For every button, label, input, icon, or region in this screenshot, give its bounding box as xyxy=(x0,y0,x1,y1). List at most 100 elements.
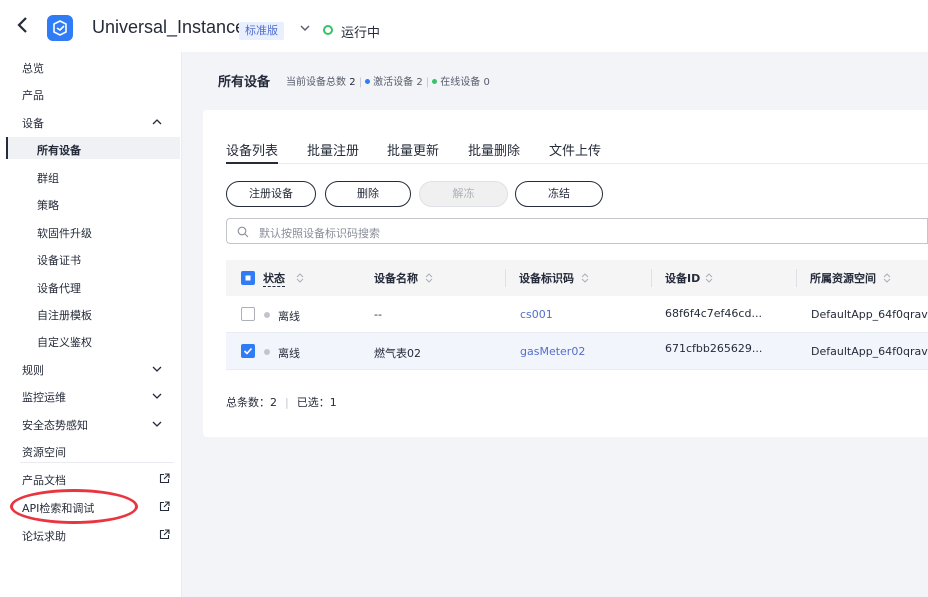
chevron-up-icon[interactable] xyxy=(152,117,162,127)
instance-switch-chevron-down-icon[interactable] xyxy=(298,20,312,34)
sidebar-item-custom-auth[interactable]: 自定义鉴权 xyxy=(37,334,92,350)
column-resource-space-label: 所属资源空间 xyxy=(810,272,876,285)
tab-batch-register[interactable]: 批量注册 xyxy=(307,140,359,159)
row-resource-space: DefaultApp_64f0qrav xyxy=(811,308,928,321)
sort-icon[interactable] xyxy=(425,272,433,284)
sidebar-item-firmware-upgrade[interactable]: 软固件升级 xyxy=(37,225,92,241)
active-devices-value: 2 xyxy=(416,77,423,88)
sidebar-item-monitoring[interactable]: 监控运维 xyxy=(22,389,66,405)
table-row[interactable]: 离线 燃气表02 gasMeter02 671cfbb265629... Def… xyxy=(226,333,928,370)
register-device-button[interactable]: 注册设备 xyxy=(226,181,316,207)
sidebar: 总览 产品 设备 所有设备 群组 策略 软固件升级 设备证书 设备代理 自注册模… xyxy=(0,52,182,597)
selected-count-label: 已选： xyxy=(296,396,330,409)
sidebar-item-groups[interactable]: 群组 xyxy=(37,170,59,186)
column-identifier-label: 设备标识码 xyxy=(519,272,574,285)
row-device-name: 燃气表02 xyxy=(374,347,421,360)
external-link-icon[interactable] xyxy=(159,501,170,512)
search-icon xyxy=(237,226,249,238)
tab-batch-delete[interactable]: 批量删除 xyxy=(468,140,520,159)
back-arrow-icon[interactable] xyxy=(16,16,34,36)
sort-icon[interactable] xyxy=(883,272,891,284)
sidebar-divider xyxy=(20,462,174,463)
sidebar-item-overview[interactable]: 总览 xyxy=(22,60,44,76)
table-header: 状态 设备名称 设备标识码 设备ID 所属资源空间 xyxy=(226,260,928,296)
sidebar-item-policies[interactable]: 策略 xyxy=(37,197,59,213)
tab-bar: 设备列表 批量注册 批量更新 批量删除 文件上传 xyxy=(226,140,928,164)
instance-name: Universal_Instance xyxy=(92,17,246,37)
search-placeholder: 默认按照设备标识码搜索 xyxy=(259,227,380,240)
tab-batch-update[interactable]: 批量更新 xyxy=(387,140,439,159)
sort-icon[interactable] xyxy=(581,272,589,284)
offline-status-dot-icon xyxy=(264,349,270,355)
row-status: 离线 xyxy=(278,310,300,323)
selected-count-value: 1 xyxy=(329,396,337,409)
sort-icon[interactable] xyxy=(296,272,304,284)
chevron-down-icon[interactable] xyxy=(152,391,162,401)
column-device-id[interactable]: 设备ID xyxy=(665,270,700,286)
sidebar-item-device-certificates[interactable]: 设备证书 xyxy=(37,252,81,268)
column-device-name-label: 设备名称 xyxy=(374,272,418,285)
device-stats: 当前设备总数 2 | 激活设备 2 | 在线设备 0 xyxy=(286,77,490,88)
row-checkbox[interactable] xyxy=(241,307,255,321)
total-count-value: 2 xyxy=(270,396,277,409)
sidebar-item-resource-space[interactable]: 资源空间 xyxy=(22,444,66,460)
row-identifier-link[interactable]: gasMeter02 xyxy=(520,345,585,358)
sort-icon[interactable] xyxy=(705,272,713,284)
column-divider xyxy=(651,269,652,287)
row-device-name: -- xyxy=(374,308,382,321)
sidebar-item-device-proxy[interactable]: 设备代理 xyxy=(37,280,81,296)
sidebar-active-indicator xyxy=(6,137,8,159)
row-status: 离线 xyxy=(278,347,300,360)
freeze-button[interactable]: 冻结 xyxy=(515,181,603,207)
column-device-name[interactable]: 设备名称 xyxy=(374,270,418,286)
main-content: 所有设备 当前设备总数 2 | 激活设备 2 | 在线设备 0 设备列表 批量注册 … xyxy=(182,52,928,597)
sidebar-active-highlight xyxy=(6,137,180,159)
sidebar-item-product-docs[interactable]: 产品文档 xyxy=(22,472,66,488)
instance-status: 运行中 xyxy=(341,26,381,41)
select-all-checkbox[interactable] xyxy=(241,271,255,285)
column-resource-space[interactable]: 所属资源空间 xyxy=(810,270,876,286)
sidebar-item-self-registration-template[interactable]: 自注册模板 xyxy=(37,307,92,323)
total-devices-label: 当前设备总数 xyxy=(286,77,346,88)
tab-device-list[interactable]: 设备列表 xyxy=(226,140,278,159)
chevron-down-icon[interactable] xyxy=(152,364,162,374)
top-bar: Universal_Instance 标准版 运行中 xyxy=(0,0,928,52)
search-input[interactable]: 默认按照设备标识码搜索 xyxy=(226,218,928,244)
device-list-card: 设备列表 批量注册 批量更新 批量删除 文件上传 注册设备 删除 解冻 冻结 默… xyxy=(203,110,928,437)
total-devices-value: 2 xyxy=(349,77,356,88)
edition-badge: 标准版 xyxy=(239,22,284,40)
active-devices-label: 激活设备 xyxy=(373,77,414,88)
page-title: 所有设备 xyxy=(218,75,271,90)
unfreeze-button[interactable]: 解冻 xyxy=(419,181,508,207)
offline-status-dot-icon xyxy=(264,312,270,318)
external-link-icon[interactable] xyxy=(159,473,170,484)
sidebar-item-product[interactable]: 产品 xyxy=(22,87,44,103)
running-status-icon xyxy=(323,25,333,35)
red-highlight-annotation xyxy=(10,489,138,524)
column-identifier[interactable]: 设备标识码 xyxy=(519,270,574,286)
active-dot-icon xyxy=(365,78,371,84)
sidebar-item-security-awareness[interactable]: 安全态势感知 xyxy=(22,417,88,433)
online-devices-value: 0 xyxy=(483,77,490,88)
column-status[interactable]: 状态 xyxy=(263,270,285,287)
row-identifier-link[interactable]: cs001 xyxy=(520,308,553,321)
row-device-id: 68f6f4c7ef46cd... xyxy=(665,307,762,320)
total-count-label: 总条数： xyxy=(226,396,270,409)
sidebar-item-device[interactable]: 设备 xyxy=(22,115,44,131)
sidebar-item-rules[interactable]: 规则 xyxy=(22,362,44,378)
table-footer: 总条数：2 | 已选：1 xyxy=(226,396,337,409)
column-status-label: 状态 xyxy=(263,272,285,285)
tab-active-underline xyxy=(226,162,278,164)
tab-file-upload[interactable]: 文件上传 xyxy=(549,140,601,159)
row-resource-space: DefaultApp_64f0qrav xyxy=(811,345,928,358)
online-dot-icon xyxy=(432,78,438,84)
sidebar-item-all-devices[interactable]: 所有设备 xyxy=(37,142,81,158)
external-link-icon[interactable] xyxy=(159,529,170,540)
sidebar-item-forum[interactable]: 论坛求助 xyxy=(22,528,66,544)
delete-button[interactable]: 删除 xyxy=(325,181,411,207)
iot-app-logo-icon xyxy=(47,15,73,41)
row-checkbox[interactable] xyxy=(241,344,255,358)
chevron-down-icon[interactable] xyxy=(152,419,162,429)
column-divider xyxy=(796,269,797,287)
table-row[interactable]: 离线 -- cs001 68f6f4c7ef46cd... DefaultApp… xyxy=(226,296,928,333)
